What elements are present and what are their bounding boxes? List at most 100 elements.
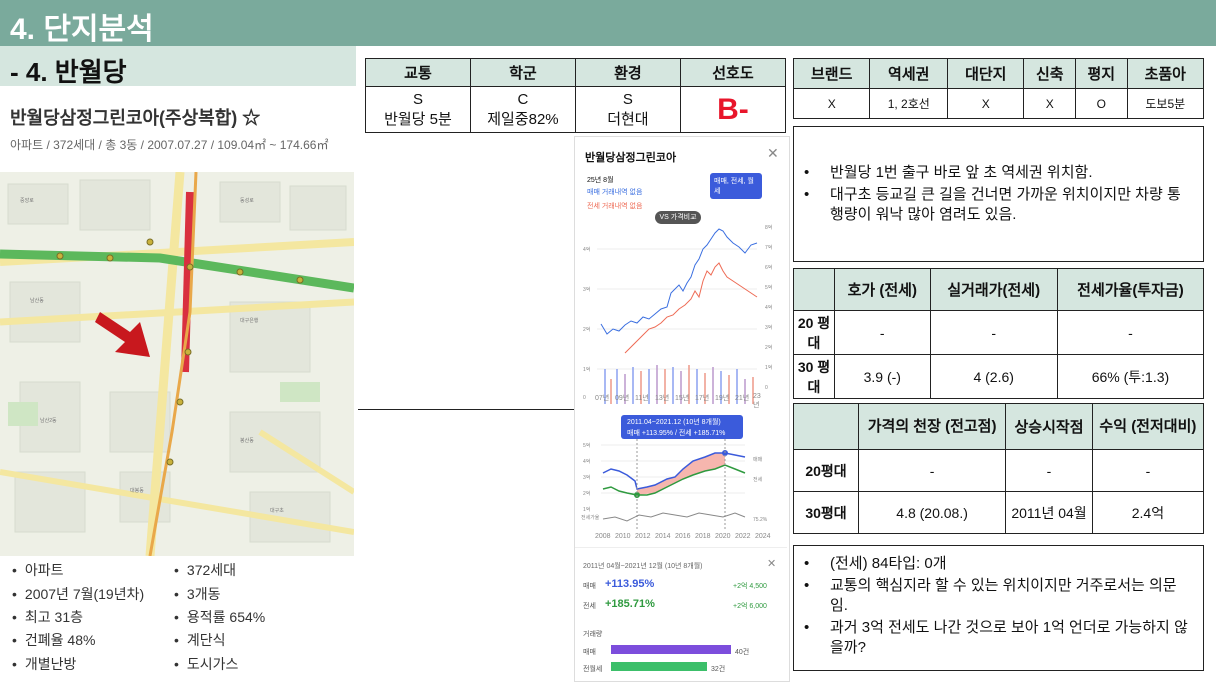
y-tick: 8억: [765, 224, 772, 231]
summary-period: 2011년 04월~2021년 12월 (10년 8개월): [583, 563, 703, 570]
x-tick: 2020: [715, 533, 731, 540]
price-cell: 66% (투:1.3): [1056, 354, 1205, 399]
x-tick: 11년: [635, 395, 649, 402]
feature-table: 브랜드 역세권 대단지 신축 평지 초품아 X 1, 2호선 X X O 도보5…: [792, 58, 1205, 119]
bullet-item: 3개동: [174, 584, 221, 604]
price-table: 호가 (전세) 실거래가(전세) 전세가율(투자금) 20 평대 - - - 3…: [793, 268, 1205, 399]
svg-text:대구초: 대구초: [270, 507, 284, 514]
note-item: 반월당 1번 출구 바로 앞 초 역세권 위치함.: [804, 163, 1193, 183]
header-cell: 브랜드: [792, 58, 871, 89]
close-icon[interactable]: ✕: [767, 145, 779, 162]
volume-jeonse-label: 전월세: [583, 666, 603, 673]
x-tick: 17년: [695, 395, 710, 402]
y-tick: 3억: [583, 474, 590, 481]
svg-text:봉산동: 봉산동: [240, 437, 254, 444]
volume-title: 거래량: [583, 631, 603, 638]
svg-text:남산동: 남산동: [30, 297, 44, 304]
y-tick: 1억: [765, 364, 772, 371]
note-item: (전세) 84타입: 0개: [804, 554, 1193, 574]
section-title: - 4. 반월당: [10, 57, 127, 87]
svg-text:동성로: 동성로: [240, 197, 254, 204]
peak-cell: -: [1005, 449, 1093, 492]
note-item: 교통의 핵심지라 할 수 있는 위치이지만 거주로서는 의문임.: [804, 576, 1193, 616]
bullet-item: 건폐율 48%: [12, 630, 96, 650]
header-cell: 가격의 천장 (전고점): [857, 403, 1007, 450]
feature-cell: X: [1023, 88, 1077, 119]
peak-cell: -: [857, 449, 1007, 492]
summary-sale-pct: +113.95%: [605, 578, 655, 590]
y-tick: 2억: [583, 490, 590, 497]
price-cell: 3.9 (-): [834, 354, 931, 399]
notes-top: 반월당 1번 출구 바로 앞 초 역세권 위치함. 대구초 등교길 큰 길을 건…: [793, 126, 1204, 262]
y-tick: 0: [765, 385, 768, 391]
x-tick: 19년: [715, 395, 730, 402]
note-item: 대구초 등교길 큰 길을 건너면 가까운 위치이지만 차량 통행량이 워낙 많아…: [804, 185, 1193, 225]
notes-bottom: (전세) 84타입: 0개 교통의 핵심지라 할 수 있는 위치이지만 거주로서…: [793, 545, 1204, 671]
no-trade-jeonse: 전세 거래내역 없음: [587, 203, 643, 210]
grade-cell: S 더현대: [574, 86, 681, 133]
bullet-item: 2007년 7월(19년차): [12, 584, 144, 604]
growth-chart: 5억 4억 3억 2억 1억 매매 전세 전세가율 75.2%: [581, 439, 768, 529]
x-tick: 13년: [655, 395, 670, 402]
x-tick: 2018: [695, 533, 711, 540]
x-tick: 2008: [595, 533, 611, 540]
header-cell: 호가 (전세): [834, 268, 931, 311]
popup-title: 반월당삼정그린코아: [585, 152, 677, 164]
y-tick: 3억: [765, 324, 772, 331]
volume-sale-bar: [611, 645, 731, 654]
apartment-info: 아파트 / 372세대 / 총 3동 / 2007.07.27 / 109.04…: [10, 138, 329, 152]
filter-label: 매매, 전세, 월세: [714, 178, 754, 195]
x-tick: 21년: [735, 395, 750, 402]
gap-label: 전세가율: [581, 514, 600, 521]
price-cell: 4 (2.6): [929, 354, 1058, 399]
x-tick: 09년: [615, 395, 630, 402]
header-cell: 대단지: [947, 58, 1025, 89]
bullet-item: 용적률 654%: [174, 607, 265, 627]
filter-dropdown[interactable]: 매매, 전세, 월세 33평 · 전용 84㎡: [710, 173, 762, 217]
header-cell: 초품아: [1126, 58, 1205, 89]
header-cell: 상승시작점: [1005, 403, 1093, 450]
x-tick: 07년: [595, 395, 610, 402]
grade-cell: C 제일중82%: [469, 86, 576, 133]
volume-jeonse-bar: [611, 662, 707, 671]
header-cell: [793, 403, 859, 450]
price-cell: -: [1056, 310, 1205, 355]
header-cell: 선호도: [679, 58, 787, 87]
tooltip-period: 2011.04~2021.12 (10년 8개월): [627, 419, 721, 426]
header-cell: [793, 268, 835, 311]
note-item: 과거 3억 전세도 나간 것으로 보아 1억 언더로 가능하지 않을까?: [804, 618, 1193, 658]
bullet-item: 372세대: [174, 560, 236, 580]
y-tick: 4억: [583, 246, 590, 253]
close-icon[interactable]: ✕: [767, 557, 776, 570]
y-tick: 1억: [583, 506, 590, 513]
peak-cell: -: [1091, 449, 1205, 492]
legend-sale: 매매: [753, 456, 763, 463]
header-cell: 평지: [1075, 58, 1128, 89]
header-cell: 환경: [574, 58, 681, 87]
price-popup: 반월당삼정그린코아 ✕ 25년 8월 매매 거래내역 없음 전세 거래내역 없음…: [574, 136, 790, 682]
feature-cell: 도보5분: [1126, 88, 1205, 119]
divider: [575, 547, 787, 548]
popup-date: 25년 8월: [587, 177, 614, 184]
price-cell: -: [834, 310, 931, 355]
peak-table: 가격의 천장 (전고점) 상승시작점 수익 (전저대비) 20평대 - - - …: [793, 403, 1205, 534]
no-trade-sale: 매매 거래내역 없음: [587, 189, 643, 196]
location-map: 중앙로 동성로 남산동 대구은행 남산2동 봉산동 대봉동 대구초: [0, 172, 354, 556]
y-tick: 0: [583, 395, 586, 401]
summary-sale-amt: +2억 4,500: [733, 583, 767, 590]
feature-cell: X: [792, 88, 871, 119]
x-tick: 2010: [615, 533, 631, 540]
feature-cell: 1, 2호선: [869, 88, 949, 119]
grade-letter: S: [622, 90, 633, 108]
y-tick: 4억: [583, 458, 590, 465]
grade-letter: S: [412, 90, 423, 108]
summary-sale-label: 매매: [583, 583, 596, 590]
grade-cell: S 반월당 5분: [365, 86, 471, 133]
map-graphic: 중앙로 동성로남산동 대구은행남산2동봉산동 대봉동대구초: [0, 172, 354, 556]
feature-cell: O: [1075, 88, 1128, 119]
volume-sale-val: 40건: [735, 649, 750, 656]
filter-size: 33평 · 전용 84㎡: [714, 200, 758, 217]
y-tick: 3억: [583, 286, 590, 293]
y-tick: 5억: [765, 284, 772, 291]
header-bar: [0, 0, 1216, 46]
